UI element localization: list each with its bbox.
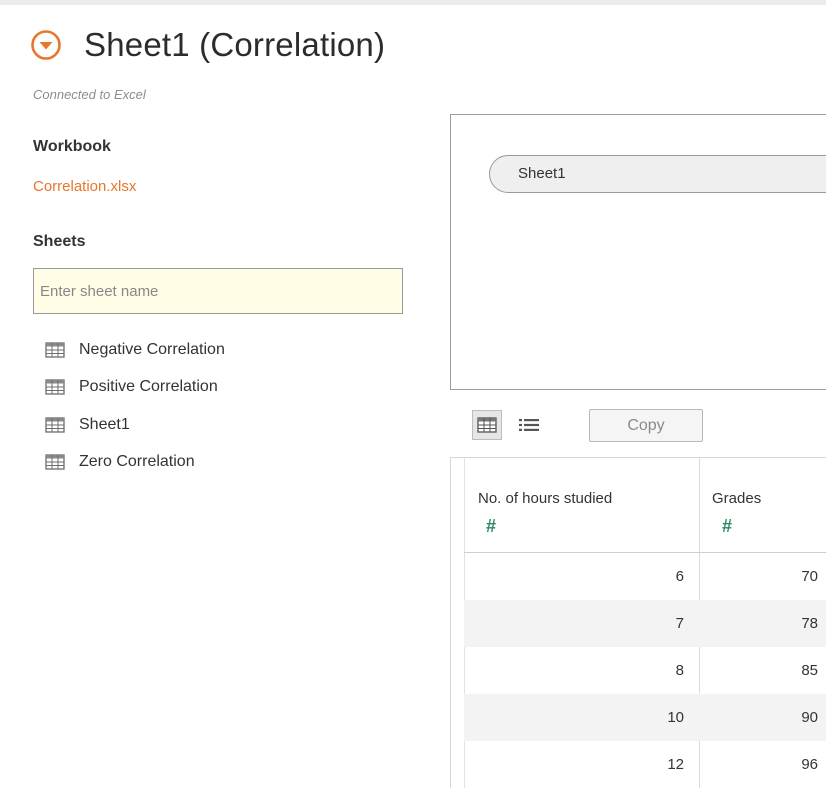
row-gutter: [451, 458, 465, 788]
data-grid: No. of hours studied # Grades # 6 70 7 7…: [450, 457, 826, 788]
table-header: No. of hours studied # Grades #: [464, 458, 826, 553]
title-row: Sheet1 (Correlation): [30, 22, 385, 68]
cell-grades: 96: [801, 756, 818, 773]
table-grid-icon: [45, 379, 65, 395]
table-grid-icon: [45, 454, 65, 470]
connection-status: Connected to Excel: [33, 87, 146, 102]
grid-toolbar: Copy: [470, 408, 826, 442]
cell-hours: 7: [675, 615, 684, 632]
sheet-item-sheet1[interactable]: Sheet1: [45, 406, 225, 444]
dropdown-circle-icon[interactable]: [30, 29, 62, 61]
list-view-icon: [519, 419, 539, 431]
sheet-item-positive-correlation[interactable]: Positive Correlation: [45, 369, 225, 407]
cell-grades: 90: [801, 709, 818, 726]
table-row: 10 90: [464, 694, 826, 741]
top-strip: [0, 0, 826, 5]
sheets-heading: Sheets: [33, 233, 86, 250]
cell-hours: 8: [675, 662, 684, 679]
cell-hours: 6: [675, 568, 684, 585]
selected-sheet-pill[interactable]: Sheet1: [489, 155, 826, 193]
grid-view-button[interactable]: [472, 410, 502, 440]
table-row: 12 96: [464, 741, 826, 788]
table-grid-icon: [45, 417, 65, 433]
table-row: 8 85: [464, 647, 826, 694]
cell-grades: 70: [801, 568, 818, 585]
number-type-icon[interactable]: #: [486, 516, 496, 537]
list-view-button[interactable]: [514, 410, 544, 440]
cell-grades: 85: [801, 662, 818, 679]
cell-hours: 12: [667, 756, 684, 773]
table-grid-icon: [45, 342, 65, 358]
workbook-file-link[interactable]: Correlation.xlsx: [33, 178, 136, 195]
column-header-hours[interactable]: No. of hours studied: [478, 490, 612, 507]
table-row: 7 78: [464, 600, 826, 647]
data-source-page: Sheet1 (Correlation) Connected to Excel …: [0, 0, 826, 788]
cell-grades: 78: [801, 615, 818, 632]
grid-view-icon: [477, 417, 497, 433]
workbook-heading: Workbook: [33, 138, 111, 155]
number-type-icon[interactable]: #: [722, 516, 732, 537]
sheet-item-zero-correlation[interactable]: Zero Correlation: [45, 444, 225, 482]
sheet-list: Negative Correlation Positive Correlatio…: [45, 331, 225, 481]
column-header-grades[interactable]: Grades: [712, 490, 761, 507]
sheet-item-label: Negative Correlation: [79, 340, 225, 358]
sheet-item-label: Positive Correlation: [79, 378, 218, 396]
table-row: 6 70: [464, 553, 826, 600]
copy-button[interactable]: Copy: [589, 409, 703, 442]
sheet-search-input[interactable]: [33, 268, 403, 314]
join-canvas[interactable]: Sheet1: [450, 114, 826, 390]
page-title: Sheet1 (Correlation): [84, 26, 386, 63]
sheet-item-label: Sheet1: [79, 415, 130, 433]
sheet-item-negative-correlation[interactable]: Negative Correlation: [45, 331, 225, 369]
cell-hours: 10: [667, 709, 684, 726]
sheet-item-label: Zero Correlation: [79, 453, 195, 471]
